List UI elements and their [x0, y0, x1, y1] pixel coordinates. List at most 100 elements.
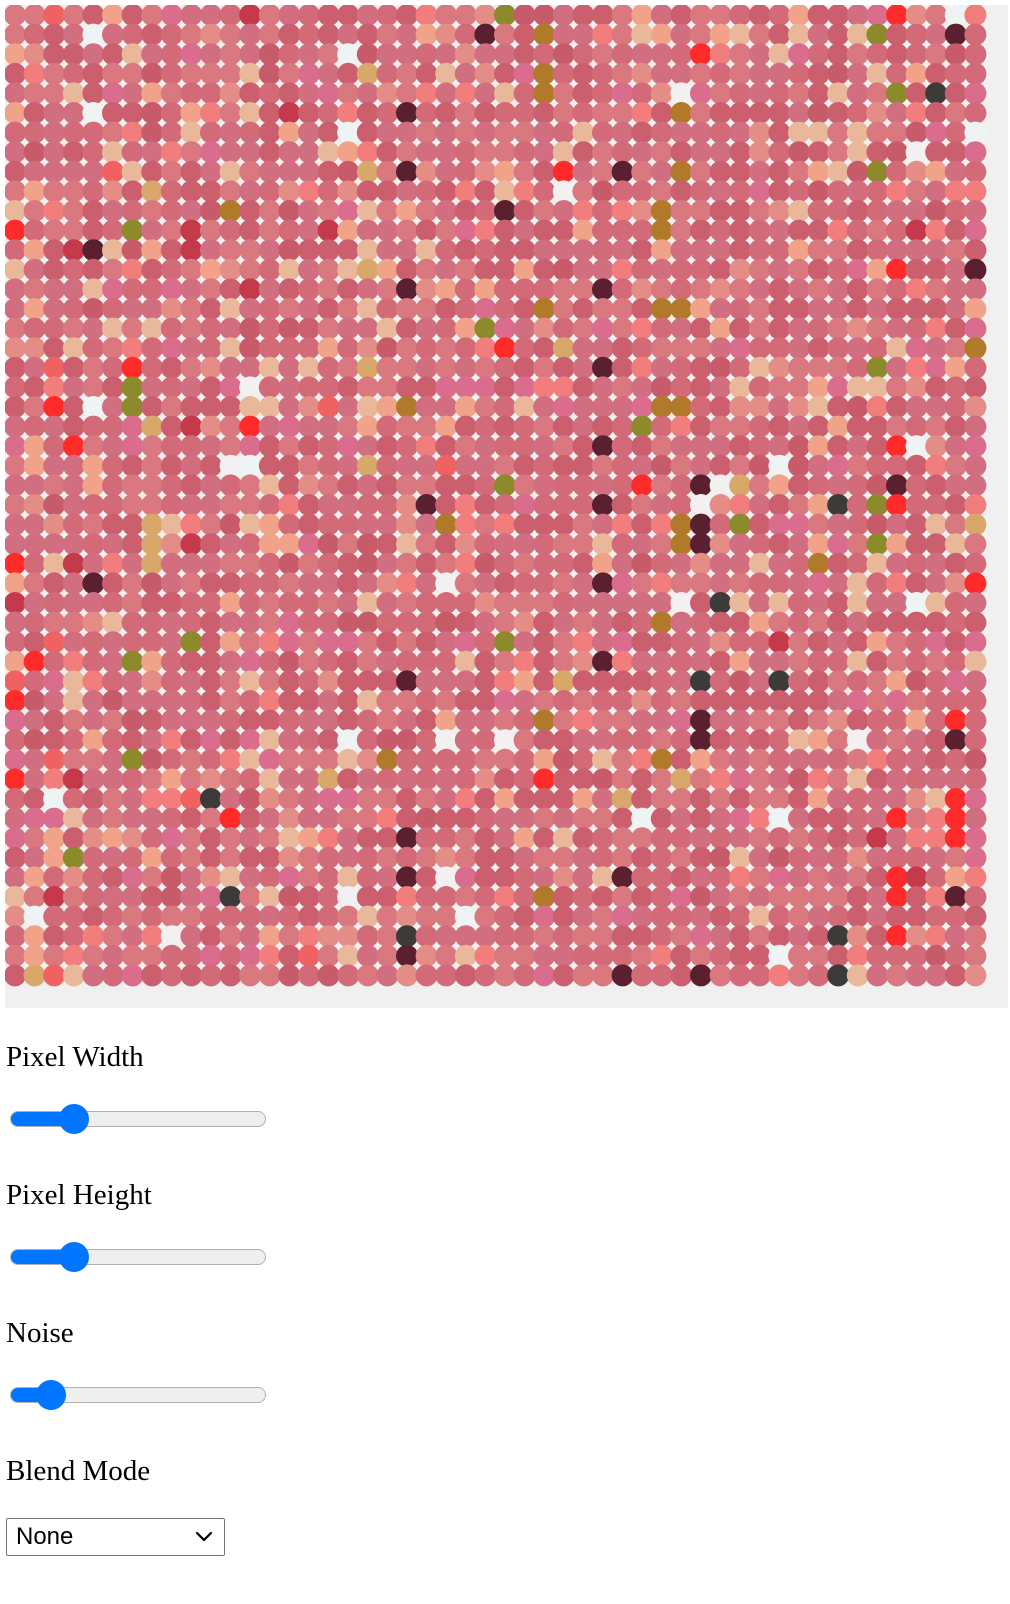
pixel-dot	[846, 160, 869, 183]
pixel-dot	[592, 415, 614, 438]
pixel-dot	[807, 807, 830, 830]
pixel-dot	[376, 121, 399, 144]
pixel-dot	[5, 376, 26, 399]
pixel-dot	[925, 925, 948, 948]
pixel-dot	[552, 23, 575, 46]
pixel-width-slider[interactable]	[10, 1104, 266, 1134]
pixel-dot	[866, 709, 889, 732]
pixel-dot	[788, 258, 810, 281]
pixel-dot	[474, 709, 497, 732]
pixel-dot	[494, 886, 516, 908]
pixel-dot	[160, 180, 183, 203]
pixel-height-slider-thumb[interactable]	[59, 1242, 89, 1272]
pixel-dot	[905, 298, 928, 320]
pixel-dot	[376, 572, 399, 595]
pixel-dot	[415, 925, 438, 948]
pixel-dot	[788, 317, 810, 340]
pixel-dot	[925, 494, 948, 516]
pixel-dot	[415, 788, 438, 810]
pixel-dot	[866, 846, 889, 869]
pixel-dot	[611, 866, 634, 889]
pixel-dot	[396, 396, 418, 418]
pixel-dot	[435, 748, 458, 771]
pixel-dot	[239, 23, 262, 46]
blend-mode-select[interactable]: None	[6, 1518, 225, 1556]
pixel-dot	[592, 239, 614, 262]
pixel-dot	[102, 807, 124, 830]
pixel-dot	[846, 905, 869, 928]
pixel-dot	[827, 552, 850, 575]
pixel-dot	[533, 278, 556, 301]
pixel-dot	[552, 317, 575, 340]
pixel-dot	[356, 846, 379, 869]
pixel-dot	[552, 258, 575, 281]
pixel-dot	[494, 592, 516, 614]
pixel-dot	[944, 905, 967, 928]
pixel-dot	[356, 356, 379, 379]
pixel-dot	[82, 454, 105, 477]
pixel-dot	[337, 258, 360, 281]
pixel-dot	[278, 62, 301, 85]
pixel-dot	[572, 415, 595, 438]
pixel-dot	[690, 337, 712, 360]
pixel-dot	[141, 5, 164, 26]
pixel-dot	[435, 415, 458, 438]
pixel-dot	[23, 788, 46, 810]
pixel-dot	[435, 650, 458, 673]
pixel-dot	[258, 670, 281, 693]
pixel-height-slider[interactable]	[10, 1242, 266, 1272]
pixel-dot	[513, 180, 536, 203]
pixel-dot	[356, 748, 379, 771]
pixel-dot	[886, 690, 908, 712]
pixel-dot	[729, 690, 752, 712]
pixel-dot	[807, 592, 830, 614]
pixel-dot	[709, 474, 732, 497]
noise-slider-thumb[interactable]	[35, 1380, 66, 1410]
pixel-dot	[964, 415, 987, 438]
pixel-dot	[650, 964, 673, 987]
pixel-dot	[670, 866, 693, 889]
pixel-dot	[729, 219, 752, 242]
pixel-dot	[298, 239, 320, 262]
pixel-dot	[552, 513, 575, 536]
noise-slider[interactable]	[10, 1380, 266, 1410]
pixel-dot	[160, 944, 183, 967]
pixel-dot	[258, 709, 281, 732]
pixel-dot	[376, 670, 399, 693]
pixel-dot	[572, 846, 595, 869]
pixel-dot	[5, 788, 26, 810]
pixel-dot	[788, 513, 810, 536]
pixel-dot	[62, 82, 85, 105]
pixel-dot	[807, 690, 830, 712]
pixel-dot	[121, 415, 144, 438]
pixel-dot	[807, 435, 830, 458]
pixel-dot	[650, 768, 673, 791]
pixel-dot	[200, 729, 222, 752]
pixel-dot	[317, 611, 340, 634]
pixel-dot	[396, 944, 418, 967]
pixel-dot	[219, 474, 242, 497]
pixel-dot	[513, 670, 536, 693]
pixel-dot	[62, 905, 85, 928]
pixel-dot	[474, 160, 497, 183]
pixel-dot	[533, 337, 556, 360]
pixel-dot	[866, 494, 889, 516]
pixel-dot	[592, 298, 614, 320]
pixel-dot	[5, 964, 26, 987]
pixel-width-slider-thumb[interactable]	[59, 1104, 89, 1134]
pixel-dot	[788, 748, 810, 771]
pixel-dot	[533, 258, 556, 281]
pixel-dot	[376, 729, 399, 752]
pixel-dot	[768, 415, 791, 438]
pixel-dot	[337, 905, 360, 928]
pixel-dot	[944, 121, 967, 144]
pixel-dot	[964, 337, 987, 360]
pixel-dot	[533, 807, 556, 830]
pixel-dot	[454, 925, 477, 948]
pixel-dot	[846, 180, 869, 203]
pixel-dot	[533, 23, 556, 46]
pixel-dot	[278, 650, 301, 673]
pixel-dot	[513, 62, 536, 85]
pixel-dot	[905, 337, 928, 360]
pixel-dot	[160, 43, 183, 66]
